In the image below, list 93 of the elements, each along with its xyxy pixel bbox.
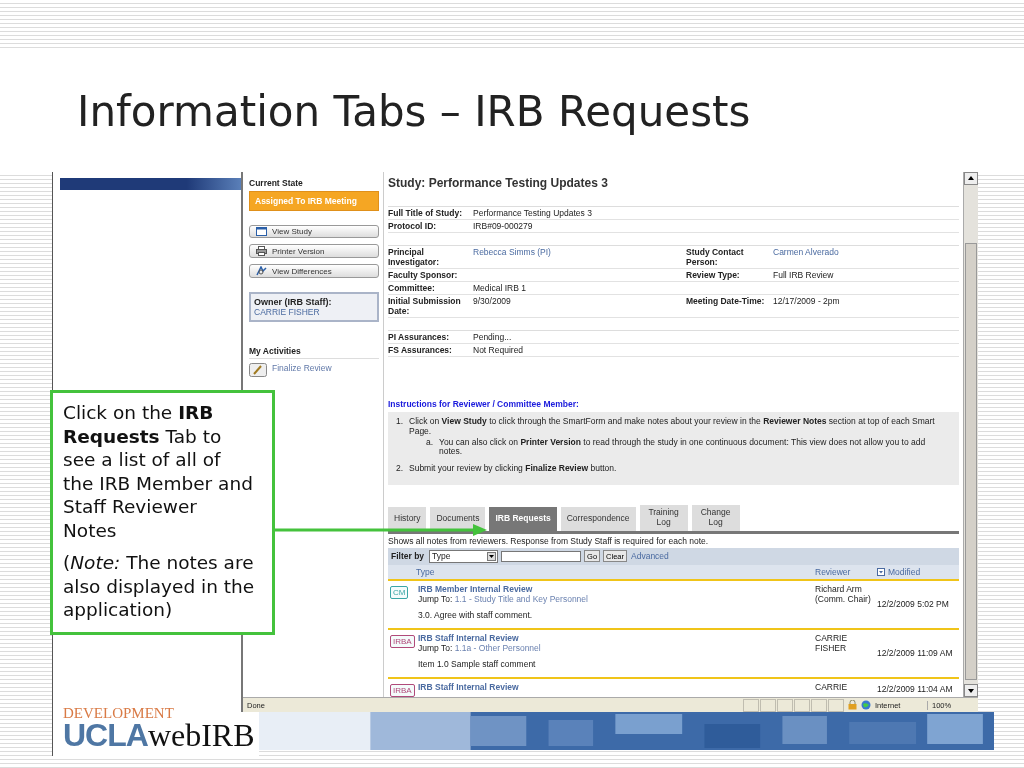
tab[interactable]: Documents [430, 506, 486, 531]
window-icon [256, 227, 267, 236]
section-link[interactable]: 1.1 - Study Title and Key Personnel [454, 593, 588, 604]
slide-title: Information Tabs – IRB Requests [77, 86, 751, 136]
scroll-down-icon[interactable] [964, 684, 978, 697]
field-link[interactable]: Rebecca Simms (PI) [473, 247, 551, 257]
field-value: 12/17/2009 - 2pm [773, 296, 840, 306]
tab[interactable]: History [388, 506, 427, 531]
field-value: 9/30/2009 [473, 296, 511, 306]
tab[interactable]: Change Log [691, 504, 740, 531]
field-label: Initial Submission Date: [388, 296, 462, 316]
activity-link[interactable]: Finalize Review [272, 363, 332, 373]
note-comment: 3.0. Agree with staff comment. [418, 609, 534, 620]
field-label: Principal Investigator: [388, 247, 440, 267]
globe-icon [861, 700, 871, 710]
logo-caption: DEVELOPMENT [63, 706, 175, 720]
reviewer-name: CARRIE FISHER [815, 632, 848, 653]
note-title-link[interactable]: IRB Staff Internal Review [418, 681, 815, 692]
type-dropdown[interactable]: Type [429, 549, 499, 563]
instructions-title: Instructions for Reviewer / Committee Member: [388, 399, 580, 409]
list-number: 1. [396, 417, 404, 428]
field-label: Full Title of Study: [388, 208, 463, 218]
sort-icon[interactable] [877, 567, 885, 576]
lock-icon [848, 700, 857, 710]
activities-label: My Activities [249, 346, 379, 359]
note-title-link[interactable]: IRB Member Internal Review [418, 583, 815, 594]
field-label: FS Assurances: [388, 345, 453, 355]
jump-label: Jump To: [418, 593, 453, 604]
status-pane [828, 698, 844, 712]
list-number: 2. [396, 464, 404, 474]
field-value: IRB#09-000279 [473, 221, 533, 231]
callout-text: Click on the IRB Requests Tab to see a list of all of the IRB Member and Staff Reviewer Notes [63, 401, 254, 542]
owner-name: CARRIE FISHER [254, 307, 321, 317]
status-pane [811, 698, 827, 712]
column-header[interactable]: Modified [888, 566, 921, 577]
modified-date: 12/2/2009 11:04 AM [877, 684, 953, 695]
notes-description: Shows all notes from reviewers. Response from Study Staff is required for each note. [388, 535, 710, 546]
field-label: Meeting Date-Time: [686, 296, 765, 306]
instruction-text: Submit your review by clicking Finalize Review button. [409, 464, 617, 474]
field-value: Not Required [473, 345, 524, 355]
scroll-up-icon[interactable] [964, 172, 978, 185]
field-value: Medical IRB 1 [473, 283, 526, 293]
tab[interactable]: Correspondence [560, 506, 636, 531]
scrollbar[interactable] [963, 172, 978, 697]
status-pane [794, 698, 810, 712]
instruction-text: Click on View Study to click through the SmartForm and make notes about your review in the Reviewer Notes section at top of each Smart Page. [409, 417, 936, 437]
field-value: Pending... [473, 332, 512, 342]
note-type-badge: IRBA [390, 634, 415, 648]
field-label: Study Contact Person: [686, 247, 744, 267]
instruction-text: You can also click on Printer Version to read through the study in one continuous document: This view does not allow you to add notes. [439, 437, 927, 458]
tab[interactable]: IRB Requests [489, 506, 557, 531]
advanced-link[interactable]: Advanced [631, 551, 669, 562]
pencil-icon[interactable] [249, 363, 267, 377]
column-header[interactable]: Reviewer [815, 566, 851, 577]
field-label: Review Type: [686, 270, 740, 280]
field-label: Faculty Sponsor: [388, 270, 459, 280]
filter-label: Filter by [391, 551, 425, 562]
modified-date: 12/2/2009 11:09 AM [877, 647, 953, 658]
reviewer-name: CARRIE [815, 681, 848, 692]
column-header[interactable]: Type [416, 566, 435, 577]
status-pane [743, 698, 759, 712]
state-label: Current State [249, 178, 304, 188]
state-badge: Assigned To IRB Meeting [249, 191, 379, 211]
section-link[interactable]: 1.1a - Other Personnel [454, 642, 541, 653]
printer-button[interactable]: Printer Version [249, 244, 379, 258]
status-pane [760, 698, 776, 712]
logo-product: webIRB [147, 717, 255, 753]
logo-brand: UCLA [63, 717, 148, 753]
reviewer-name: Richard Arm (Comm. Chair) [815, 583, 871, 604]
jump-label: Jump To: [418, 642, 453, 653]
field-value: Full IRB Review [773, 270, 834, 280]
view-study-button[interactable]: View Study [249, 225, 379, 238]
field-value: Performance Testing Updates 3 [473, 208, 592, 218]
callout-text: (Note: The notes are also displayed in the application) [63, 551, 256, 622]
note-type-badge: IRBA [390, 683, 415, 697]
field-link[interactable]: Carmen Alverado [773, 247, 839, 257]
chart-line-icon [256, 266, 267, 276]
modified-date: 12/2/2009 5:02 PM [877, 598, 949, 609]
filter-input[interactable] [501, 550, 582, 562]
differences-button[interactable]: View Differences [249, 264, 379, 278]
note-type-badge: CM [390, 585, 409, 599]
field-label: PI Assurances: [388, 332, 451, 342]
study-heading: Study: Performance Testing Updates 3 [388, 176, 609, 192]
dropdown-arrow-icon[interactable] [487, 551, 497, 561]
status-pane [777, 698, 793, 712]
field-label: Protocol ID: [388, 221, 438, 231]
note-comment: Item 1.0 Sample staff comment [418, 658, 537, 669]
field-label: Committee: [388, 283, 436, 293]
note-title-link[interactable]: IRB Staff Internal Review [418, 632, 815, 643]
owner-label: Owner (IRB Staff): [254, 297, 333, 307]
list-letter: a. [426, 437, 434, 449]
tab[interactable]: Training Log [639, 504, 688, 531]
printer-icon [256, 246, 267, 256]
